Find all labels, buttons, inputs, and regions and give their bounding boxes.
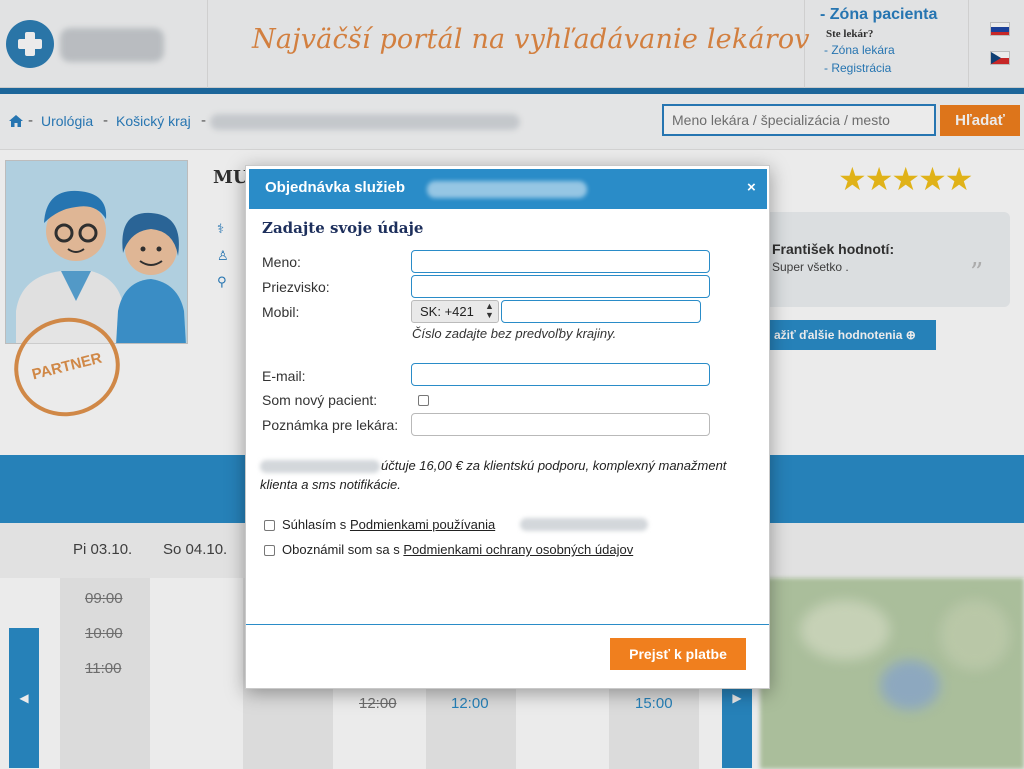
note-input[interactable] [411, 413, 710, 436]
modal-title-blurred [427, 181, 587, 198]
select-arrows-icon: ▲ ▼ [485, 301, 494, 320]
new-patient-label: Som nový pacient: [262, 392, 378, 408]
terms-prefix: Súhlasím s [282, 517, 347, 532]
country-code-select[interactable]: SK: +421 ▲ ▼ [411, 300, 499, 323]
last-name-input[interactable] [411, 275, 710, 298]
provider-name-blurred [260, 460, 380, 473]
modal-header: Objednávka služieb × [249, 169, 767, 209]
mobile-input[interactable] [501, 300, 701, 323]
privacy-link[interactable]: Podmienkami ochrany osobných údajov [403, 542, 633, 557]
fee-notice-line2: klienta a sms notifikácie. [260, 477, 401, 492]
last-name-label: Priezvisko: [262, 279, 330, 295]
first-name-input[interactable] [411, 250, 710, 273]
mobile-hint: Číslo zadajte bez predvoľby krajiny. [412, 326, 617, 341]
modal-title: Objednávka služieb [265, 179, 406, 196]
terms-link[interactable]: Podmienkami používania [350, 517, 495, 532]
fee-notice-line1: účtuje 16,00 € za klientskú podporu, kom… [381, 458, 727, 473]
terms-checkbox[interactable] [264, 520, 275, 531]
mobile-label: Mobil: [262, 304, 300, 320]
privacy-agreement: Oboznámil som sa s Podmienkami ochrany o… [282, 542, 633, 557]
first-name-label: Meno: [262, 254, 301, 270]
note-label: Poznámka pre lekára: [262, 417, 399, 433]
modal-footer-divider [246, 624, 769, 625]
country-code-value: SK: +421 [420, 304, 474, 319]
order-modal: Objednávka služieb × Zadajte svoje údaje… [245, 165, 770, 689]
privacy-checkbox[interactable] [264, 545, 275, 556]
terms-site-blurred [520, 518, 648, 531]
new-patient-checkbox[interactable] [418, 395, 429, 406]
close-icon[interactable]: × [747, 179, 756, 196]
email-label: E-mail: [262, 368, 306, 384]
form-heading: Zadajte svoje údaje [262, 219, 424, 237]
privacy-prefix: Oboznámil som sa s [282, 542, 400, 557]
terms-agreement: Súhlasím s Podmienkami používania [282, 517, 495, 532]
email-input[interactable] [411, 363, 710, 386]
proceed-to-payment-button[interactable]: Prejsť k platbe [610, 638, 746, 670]
